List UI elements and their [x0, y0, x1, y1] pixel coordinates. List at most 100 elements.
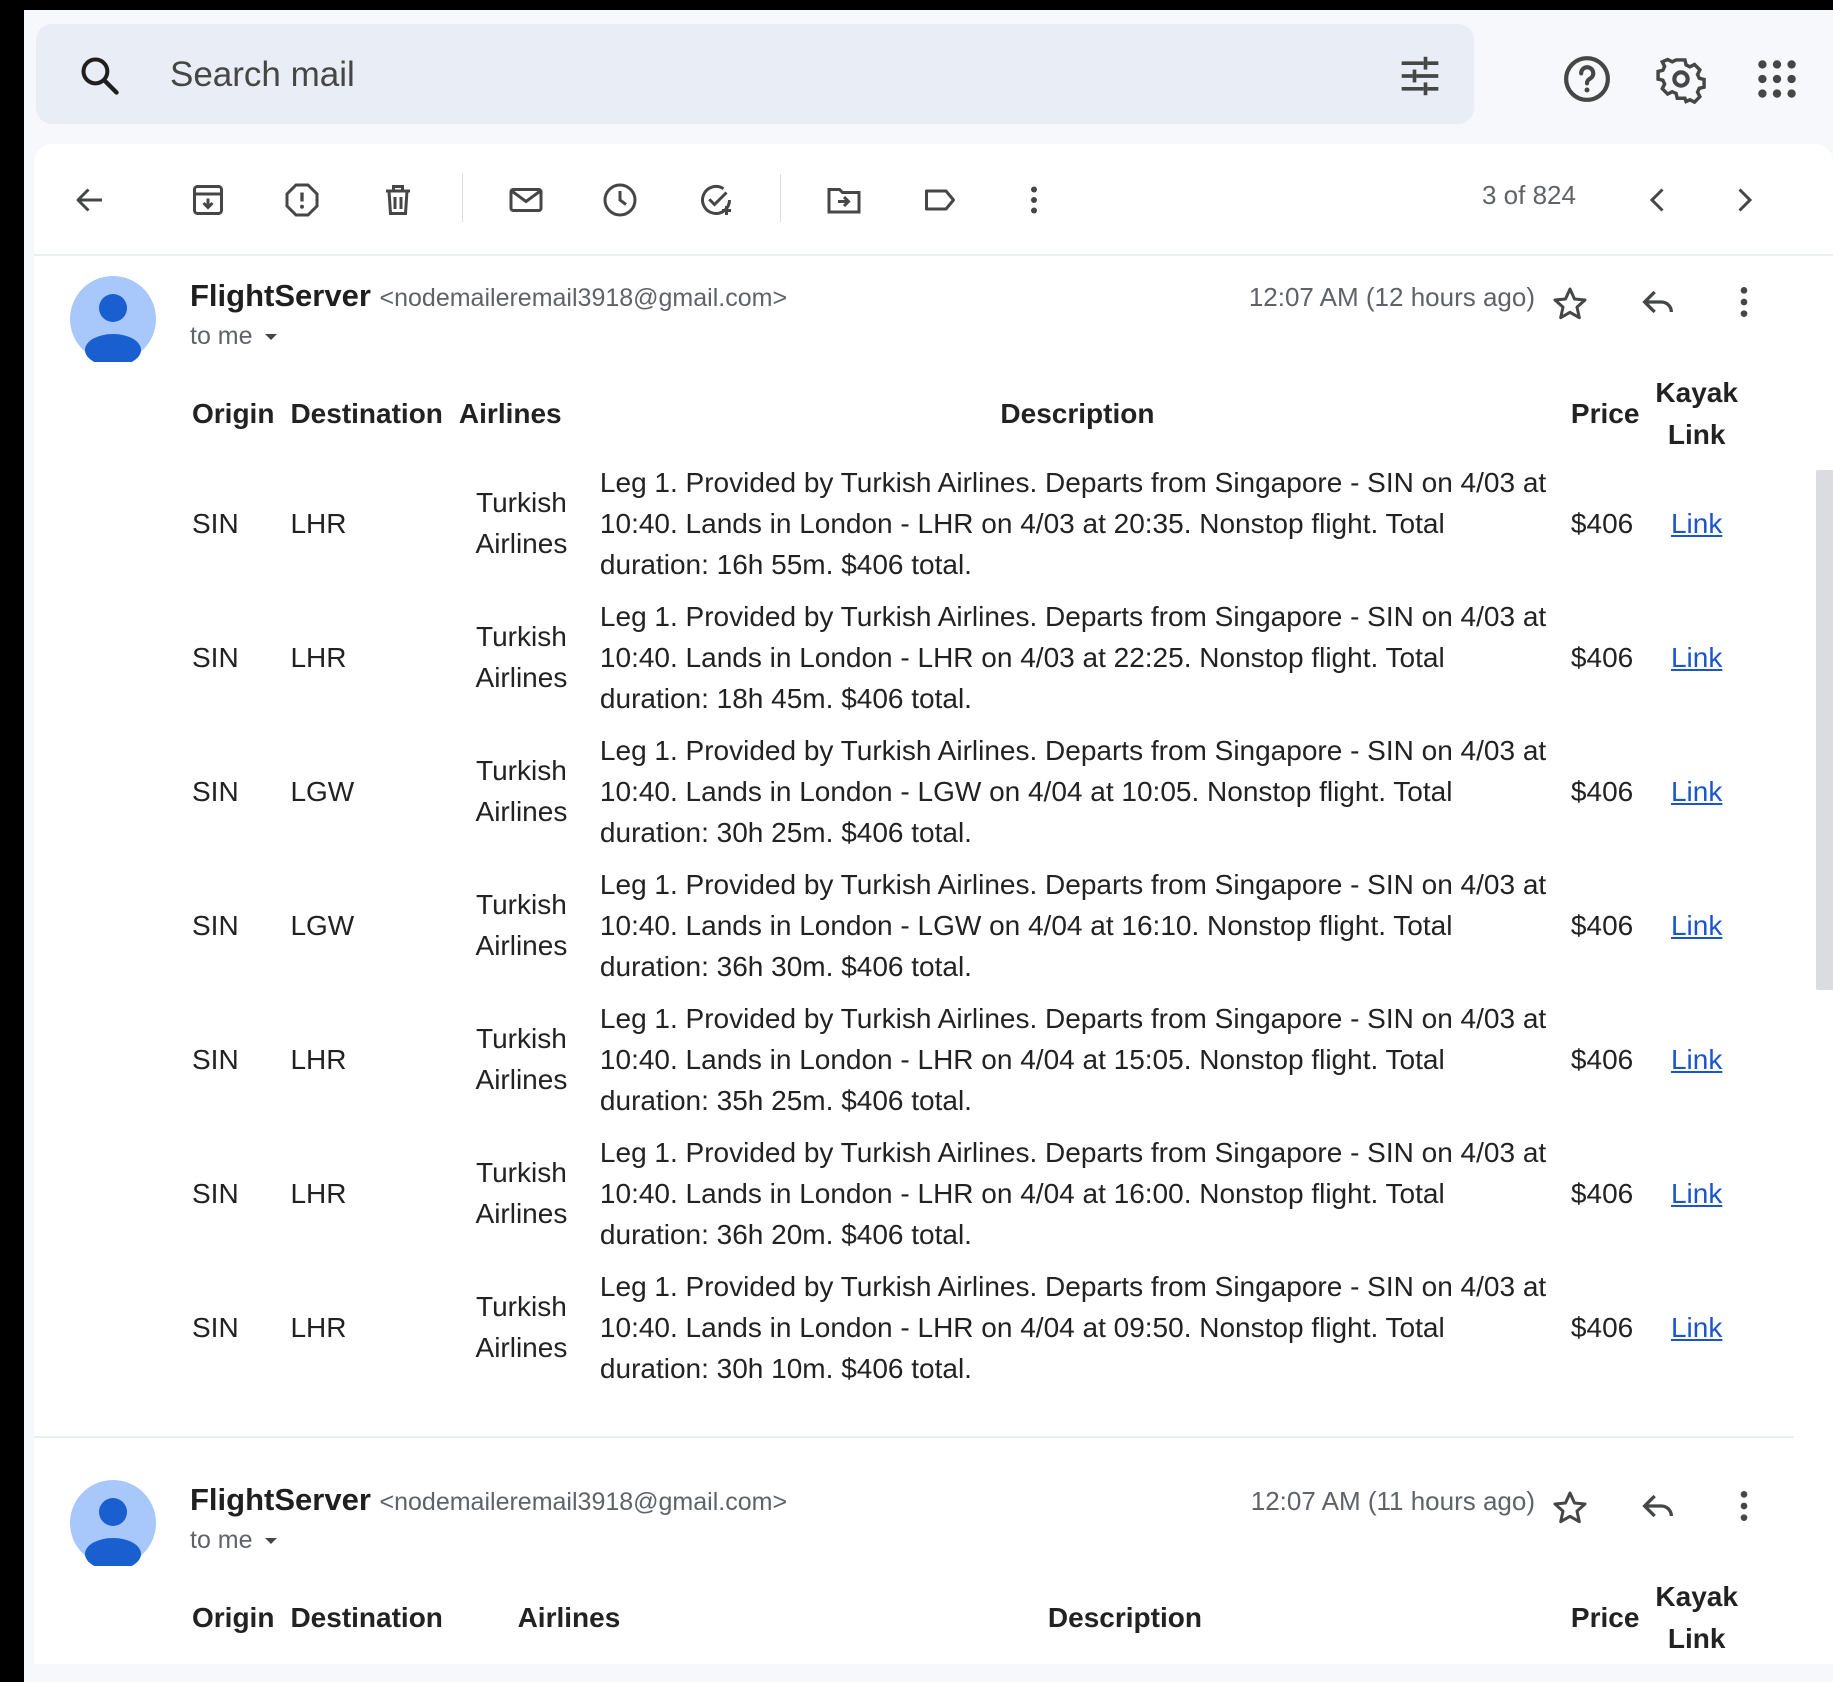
cell-destination: LHR: [290, 507, 347, 539]
table-row: SIN LHR Turkish Airlines Leg 1. Provided by…: [184, 1260, 1746, 1394]
message-panel: 3 of 824 FlightServer <nodemaileremail39…: [34, 144, 1833, 1664]
add-to-tasks-icon[interactable]: [698, 182, 734, 218]
header-kayak-link: Kayak Link: [1655, 1581, 1738, 1654]
cell-destination: LHR: [290, 1043, 347, 1075]
sender-avatar[interactable]: [70, 276, 156, 362]
cell-description: Leg 1. Provided by Turkish Airlines. Dep…: [599, 466, 1547, 580]
scrollbar-thumb[interactable]: [1816, 470, 1833, 990]
cell-description: Leg 1. Provided by Turkish Airlines. Dep…: [599, 734, 1547, 848]
kayak-link[interactable]: Link: [1671, 1178, 1722, 1209]
search-input[interactable]: [168, 50, 1372, 100]
message-more-icon[interactable]: [1724, 282, 1764, 322]
email-message: FlightServer <nodemaileremail3918@gmail.…: [34, 258, 1833, 1384]
cell-link: Link: [1647, 1126, 1746, 1260]
flight-results-table: Origin Destination Airlines Description …: [184, 372, 1746, 1394]
archive-icon[interactable]: [190, 182, 226, 218]
cell-price: $406: [1570, 1177, 1634, 1209]
cell-price: $406: [1570, 1311, 1634, 1343]
cell-link: Link: [1647, 858, 1746, 992]
cell-airline: Turkish Airlines: [475, 755, 568, 827]
reply-icon[interactable]: [1638, 282, 1678, 322]
kayak-link[interactable]: Link: [1671, 508, 1722, 539]
recipient-label: to me: [190, 322, 253, 350]
header-description: Description: [1000, 398, 1155, 429]
header-airlines: Airlines: [458, 398, 562, 429]
star-icon[interactable]: [1550, 1488, 1590, 1528]
sender: FlightServer <nodemaileremail3918@gmail.…: [190, 1482, 787, 1518]
table-row: SIN LHR Turkish Airlines Leg 1. Provided by…: [184, 1126, 1746, 1260]
cell-origin: SIN: [192, 507, 239, 539]
gmail-window: 3 of 824 FlightServer <nodemaileremail39…: [24, 10, 1833, 1682]
recipient-label: to me: [190, 1526, 253, 1554]
kayak-link[interactable]: Link: [1671, 1312, 1722, 1343]
cell-description: Leg 1. Provided by Turkish Airlines. Dep…: [599, 1002, 1547, 1116]
label-tag-icon[interactable]: [922, 182, 958, 218]
apps-grid-icon[interactable]: [1752, 54, 1802, 104]
report-spam-icon[interactable]: [284, 182, 320, 218]
flight-results-table: Origin Destination Airlines Description …: [184, 1576, 1746, 1660]
email-message: FlightServer <nodemaileremail3918@gmail.…: [34, 1462, 1833, 1664]
newer-chevron-left-icon[interactable]: [1640, 182, 1676, 218]
reply-icon[interactable]: [1638, 1486, 1678, 1526]
sender: FlightServer <nodemaileremail3918@gmail.…: [190, 278, 787, 314]
cell-description: Leg 1. Provided by Turkish Airlines. Dep…: [599, 1136, 1547, 1250]
cell-origin: SIN: [192, 1177, 239, 1209]
cell-link: Link: [1647, 992, 1746, 1126]
snooze-clock-icon[interactable]: [602, 182, 638, 218]
sender-name: FlightServer: [190, 1482, 371, 1517]
kayak-link[interactable]: Link: [1671, 1044, 1722, 1075]
cell-origin: SIN: [192, 775, 239, 807]
mark-unread-icon[interactable]: [508, 182, 544, 218]
message-time: 12:07 AM (11 hours ago): [1250, 1486, 1535, 1516]
cell-destination: LGW: [290, 775, 355, 807]
header-origin: Origin: [192, 1602, 275, 1633]
search-options-icon[interactable]: [1398, 54, 1442, 98]
header-kayak-link: Kayak Link: [1655, 377, 1738, 450]
table-row: SIN LHR Turkish Airlines Leg 1. Provided by…: [184, 456, 1746, 590]
cell-price: $406: [1570, 641, 1634, 673]
move-to-folder-icon[interactable]: [826, 182, 862, 218]
cell-destination: LHR: [290, 1311, 347, 1343]
recipients-toggle[interactable]: to me: [190, 322, 279, 351]
cell-destination: LGW: [290, 909, 355, 941]
cell-origin: SIN: [192, 1311, 239, 1343]
cell-link: Link: [1647, 456, 1746, 590]
cell-description: Leg 1. Provided by Turkish Airlines. Dep…: [599, 600, 1547, 714]
recipients-toggle[interactable]: to me: [190, 1526, 279, 1555]
more-options-icon[interactable]: [1016, 182, 1052, 218]
kayak-link[interactable]: Link: [1671, 776, 1722, 807]
settings-gear-icon[interactable]: [1656, 54, 1706, 104]
cell-description: Leg 1. Provided by Turkish Airlines. Dep…: [599, 1270, 1547, 1384]
cell-airline: Turkish Airlines: [475, 1157, 568, 1229]
table-header-row: Origin Destination Airlines Description …: [184, 1576, 1746, 1660]
star-icon[interactable]: [1550, 284, 1590, 324]
cell-origin: SIN: [192, 1043, 239, 1075]
sender-name: FlightServer: [190, 278, 371, 313]
header-price: Price: [1570, 398, 1640, 429]
header-origin: Origin: [192, 398, 275, 429]
table-row: SIN LGW Turkish Airlines Leg 1. Provided by…: [184, 724, 1746, 858]
cell-link: Link: [1647, 724, 1746, 858]
sender-avatar[interactable]: [70, 1480, 156, 1566]
toolbar-divider: [780, 174, 781, 222]
kayak-link[interactable]: Link: [1671, 910, 1722, 941]
help-icon[interactable]: [1562, 54, 1612, 104]
toolbar-divider: [462, 174, 463, 222]
kayak-link[interactable]: Link: [1671, 642, 1722, 673]
back-arrow-icon[interactable]: [72, 182, 108, 218]
message-more-icon[interactable]: [1724, 1486, 1764, 1526]
cell-link: Link: [1647, 590, 1746, 724]
table-header-row: Origin Destination Airlines Description …: [184, 372, 1746, 456]
cell-origin: SIN: [192, 641, 239, 673]
cell-airline: Turkish Airlines: [475, 889, 568, 961]
search-icon[interactable]: [78, 54, 122, 98]
cell-destination: LHR: [290, 641, 347, 673]
header-price: Price: [1570, 1602, 1640, 1633]
caret-down-icon: [264, 1538, 277, 1545]
search-bar: [36, 24, 1474, 124]
cell-link: Link: [1647, 1260, 1746, 1394]
cell-description: Leg 1. Provided by Turkish Airlines. Dep…: [599, 868, 1547, 982]
older-chevron-right-icon[interactable]: [1726, 182, 1762, 218]
delete-trash-icon[interactable]: [380, 182, 416, 218]
message-time: 12:07 AM (12 hours ago): [1248, 282, 1535, 312]
